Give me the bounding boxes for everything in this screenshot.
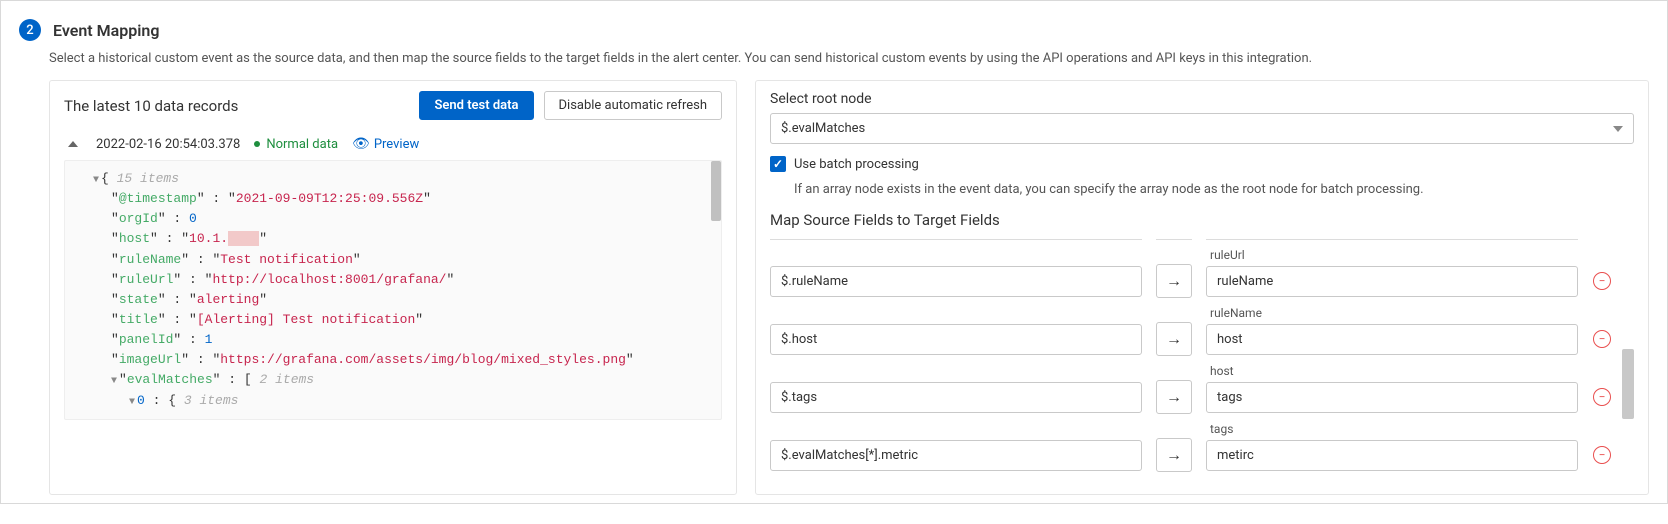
target-field-input[interactable] <box>1206 440 1578 471</box>
mapping-row: ruleUrl → − <box>770 248 1614 306</box>
arrow-button[interactable]: → <box>1156 264 1192 298</box>
arrow-button[interactable]: → <box>1156 438 1192 472</box>
target-field-input[interactable] <box>1206 382 1578 413</box>
target-field-input[interactable] <box>1206 324 1578 355</box>
records-panel: The latest 10 data records Send test dat… <box>49 80 737 495</box>
target-hint: ruleUrl <box>1206 248 1578 264</box>
status-badge: Normal data <box>254 137 338 152</box>
source-field-input[interactable] <box>770 440 1142 471</box>
json-viewer[interactable]: ▼{ 15 items "@timestamp" : "2021-09-09T1… <box>64 160 722 420</box>
arrow-right-icon: → <box>1166 271 1182 291</box>
chevron-down-icon <box>1613 126 1623 132</box>
target-field-input[interactable] <box>1206 266 1578 297</box>
arrow-button[interactable]: → <box>1156 322 1192 356</box>
step-title: Event Mapping <box>53 21 159 40</box>
chevron-up-icon <box>68 141 78 147</box>
source-field-input[interactable] <box>770 324 1142 355</box>
arrow-right-icon: → <box>1166 329 1182 349</box>
step-description: Select a historical custom event as the … <box>49 51 1649 66</box>
mapping-row: host → − <box>770 364 1614 422</box>
dot-icon <box>254 141 260 147</box>
disable-auto-refresh-button[interactable]: Disable automatic refresh <box>544 91 723 120</box>
minus-icon: − <box>1599 333 1606 345</box>
check-icon: ✓ <box>773 158 783 170</box>
batch-processing-checkbox[interactable]: ✓ <box>770 156 786 172</box>
target-hint: tags <box>1206 422 1578 438</box>
step-number-badge: 2 <box>19 19 41 41</box>
source-field-input[interactable] <box>770 266 1142 297</box>
step-header: 2 Event Mapping <box>19 19 1649 41</box>
records-title: The latest 10 data records <box>64 97 238 115</box>
batch-processing-label: Use batch processing <box>794 157 919 172</box>
record-timestamp: 2022-02-16 20:54:03.378 <box>96 137 240 152</box>
preview-button[interactable]: 👁 Preview <box>352 136 419 152</box>
minus-icon: − <box>1599 275 1606 287</box>
minus-icon: − <box>1599 449 1606 461</box>
delete-row-button[interactable]: − <box>1593 330 1611 348</box>
mapping-row: tags → − <box>770 422 1614 480</box>
root-node-select[interactable]: $.evalMatches <box>770 113 1634 144</box>
scrollbar-thumb[interactable] <box>711 161 721 221</box>
record-row[interactable]: 2022-02-16 20:54:03.378 Normal data 👁 Pr… <box>64 128 722 160</box>
minus-icon: − <box>1599 391 1606 403</box>
arrow-button[interactable]: → <box>1156 380 1192 414</box>
delete-row-button[interactable]: − <box>1593 272 1611 290</box>
caret-down-icon[interactable]: ▼ <box>111 374 117 390</box>
mapping-row: ruleName → − <box>770 306 1614 364</box>
arrow-right-icon: → <box>1166 387 1182 407</box>
send-test-data-button[interactable]: Send test data <box>419 91 533 120</box>
preview-label: Preview <box>374 137 419 152</box>
caret-down-icon[interactable]: ▼ <box>129 395 135 411</box>
mapping-rows: ruleUrl → − <box>770 239 1614 480</box>
event-mapping-panel: 2 Event Mapping Select a historical cust… <box>0 0 1668 504</box>
scrollbar-thumb[interactable] <box>1622 349 1634 419</box>
batch-help-text: If an array node exists in the event dat… <box>794 182 1634 197</box>
mapping-panel: Select root node $.evalMatches ✓ Use bat… <box>755 80 1649 495</box>
caret-down-icon[interactable]: ▼ <box>93 173 99 189</box>
root-node-value: $.evalMatches <box>781 121 865 136</box>
eye-icon: 👁 <box>352 136 370 152</box>
delete-row-button[interactable]: − <box>1593 446 1611 464</box>
target-hint: ruleName <box>1206 306 1578 322</box>
root-node-label: Select root node <box>770 91 1634 107</box>
arrow-right-icon: → <box>1166 445 1182 465</box>
mapping-scrollbar[interactable] <box>1622 239 1634 480</box>
delete-row-button[interactable]: − <box>1593 388 1611 406</box>
target-hint: host <box>1206 364 1578 380</box>
map-fields-title: Map Source Fields to Target Fields <box>770 211 1634 229</box>
source-field-input[interactable] <box>770 382 1142 413</box>
status-text: Normal data <box>266 137 338 152</box>
